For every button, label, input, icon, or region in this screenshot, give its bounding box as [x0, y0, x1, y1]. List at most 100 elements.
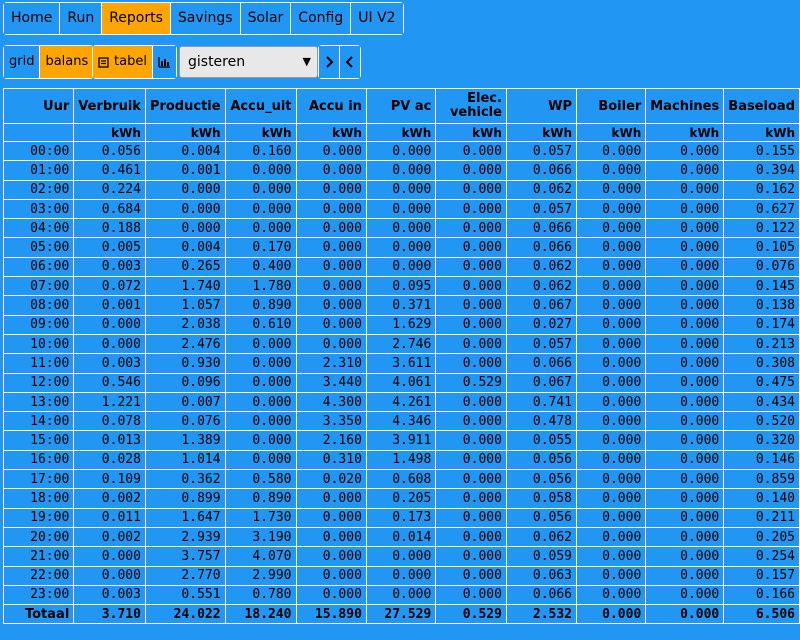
table-cell: 0.000 [295, 295, 367, 316]
table-cell: 0.138 [723, 295, 800, 316]
table-cell: 0.000 [645, 295, 725, 316]
table-cell: 0.000 [576, 295, 647, 316]
table-cell: 0.890 [224, 488, 297, 509]
nav-config[interactable]: Config [291, 3, 352, 34]
unit-cell: kWh [73, 123, 146, 142]
nav-savings[interactable]: Savings [170, 3, 241, 34]
table-cell: 22:00 [2, 565, 75, 586]
nav-reports[interactable]: Reports [102, 3, 171, 34]
table-cell: 0.155 [723, 140, 800, 162]
column-header: Elec. vehicle [435, 88, 507, 124]
mode-grid-button[interactable]: grid [4, 46, 41, 78]
column-header: Uur [2, 88, 75, 124]
table-cell: 0.000 [435, 198, 507, 220]
table-row: 17:00 0.109 0.362 0.580 0.020 0.608 0.000 0.056… [2, 469, 800, 490]
table-cell: 0.000 [576, 314, 647, 335]
table-cell: 0.000 [365, 179, 437, 200]
table-cell: 0.000 [645, 256, 725, 278]
table-cell: 0.205 [365, 488, 437, 509]
table-cell: 0.027 [505, 314, 578, 335]
table-cell: 0.000 [295, 526, 367, 548]
table-cell: 0.000 [295, 140, 367, 162]
mode-toggle: grid balans [3, 45, 95, 79]
table-cell: 16:00 [2, 449, 75, 471]
column-header: Baseload [723, 88, 800, 124]
table-cell: 0.063 [505, 565, 578, 586]
table-cell: 0.188 [73, 218, 146, 239]
table-cell: 0.002 [73, 488, 146, 509]
table-cell: 0.551 [144, 584, 226, 606]
table-cell: 0.000 [576, 237, 647, 258]
table-cell: 0.056 [505, 507, 578, 528]
grafiek-button[interactable] [152, 46, 176, 78]
table-cell: 1.780 [224, 276, 297, 297]
table-cell: 0.000 [645, 411, 725, 432]
total-cell: 27.529 [365, 604, 437, 625]
total-cell: 0.000 [645, 604, 725, 625]
nav-ui-v2[interactable]: UI V2 [351, 3, 403, 34]
table-cell: 0.000 [576, 218, 647, 239]
table-cell: 0.400 [224, 256, 297, 278]
table-cell: 0.000 [435, 237, 507, 258]
table-cell: 0.057 [505, 333, 578, 355]
next-button[interactable] [319, 46, 340, 78]
table-cell: 0.780 [224, 584, 297, 606]
table-cell: 0.078 [73, 411, 146, 432]
table-cell: 0.001 [73, 295, 146, 316]
table-cell: 0.066 [505, 584, 578, 606]
nav-solar[interactable]: Solar [240, 3, 292, 34]
column-header: Boiler [576, 88, 647, 124]
table-row: 16:00 0.028 1.014 0.000 0.310 1.498 0.000 0.056… [2, 449, 800, 471]
table-cell: 0.000 [435, 391, 507, 413]
prev-button[interactable] [340, 46, 360, 78]
table-cell: 3.190 [224, 526, 297, 548]
table-row: 12:00 0.546 0.096 0.000 3.440 4.061 0.529 0.067… [2, 372, 800, 393]
tabel-label: tabel [114, 54, 147, 69]
table-cell: 1.389 [144, 430, 226, 451]
table-cell: 0.000 [295, 218, 367, 239]
table-cell: 0.000 [224, 218, 297, 239]
tabel-button[interactable]: tabel [93, 46, 153, 78]
table-cell: 0.000 [576, 372, 647, 393]
mode-balans-button[interactable]: balans [40, 46, 94, 78]
table-cell: 0.546 [73, 372, 146, 393]
table-cell: 2.746 [365, 333, 437, 355]
table-cell: 0.000 [224, 353, 297, 374]
table-row: 15:00 0.013 1.389 0.000 2.160 3.911 0.000 0.055… [2, 430, 800, 451]
table-cell: 0.000 [576, 256, 647, 278]
nav-home[interactable]: Home [4, 3, 61, 34]
table-cell: 0.057 [505, 140, 578, 162]
table-cell: 0.000 [435, 449, 507, 471]
table-cell: 03:00 [2, 198, 75, 220]
table-row: 04:00 0.188 0.000 0.000 0.000 0.000 0.000 0.066… [2, 218, 800, 239]
table-cell: 07:00 [2, 276, 75, 297]
table-cell: 0.000 [73, 546, 146, 567]
table-cell: 0.000 [365, 546, 437, 567]
table-cell: 0.000 [435, 160, 507, 181]
table-cell: 0.000 [224, 179, 297, 200]
table-cell: 15:00 [2, 430, 75, 451]
period-select[interactable]: gisteren ▼ [179, 46, 318, 78]
table-cell: 2.770 [144, 565, 226, 586]
table-cell: 0.000 [645, 430, 725, 451]
table-cell: 0.000 [435, 546, 507, 567]
nav-run[interactable]: Run [60, 3, 103, 34]
table-cell: 0.000 [295, 276, 367, 297]
table-cell: 0.000 [645, 391, 725, 413]
table-cell: 0.000 [295, 507, 367, 528]
table-cell: 0.000 [365, 256, 437, 278]
table-cell: 23:00 [2, 584, 75, 606]
table-cell: 1.498 [365, 449, 437, 471]
table-cell: 0.000 [645, 218, 725, 239]
table-cell: 0.000 [576, 507, 647, 528]
table-cell: 0.000 [365, 218, 437, 239]
total-cell: 24.022 [144, 604, 226, 625]
table-cell: 0.000 [435, 488, 507, 509]
table-cell: 0.371 [365, 295, 437, 316]
table-cell: 0.000 [435, 333, 507, 355]
table-cell: 0.000 [576, 140, 647, 162]
table-cell: 0.000 [576, 353, 647, 374]
table-cell: 0.000 [435, 584, 507, 606]
table-cell: 0.013 [73, 430, 146, 451]
table-cell: 0.394 [723, 160, 800, 181]
